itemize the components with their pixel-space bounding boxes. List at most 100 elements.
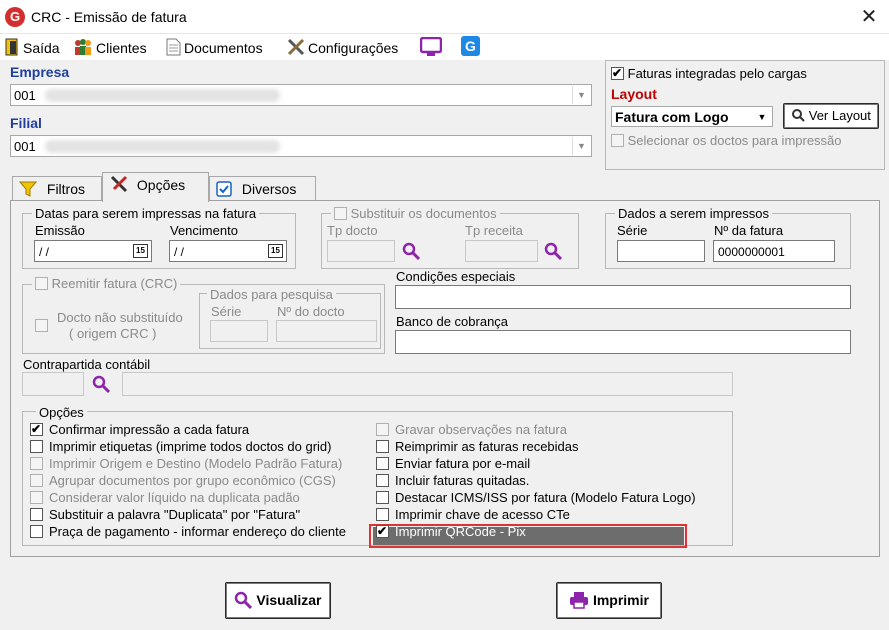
nfatura-label: Nº da fatura: [714, 223, 784, 238]
imprimir-button[interactable]: Imprimir: [556, 582, 662, 619]
reemitir-checkbox[interactable]: Reemitir fatura (CRC): [32, 276, 181, 291]
checkbox-icon: [376, 508, 389, 521]
opcao-label: Imprimir Origem e Destino (Modelo Padrão…: [49, 456, 343, 471]
ver-layout-button[interactable]: Ver Layout: [783, 103, 879, 129]
contrapartida-code-input[interactable]: [22, 372, 84, 396]
menu-clientes[interactable]: Clientes: [73, 38, 147, 56]
opcao-label: Imprimir etiquetas (imprime todos doctos…: [49, 439, 332, 454]
opcao-checkbox[interactable]: Praça de pagamento - informar endereço d…: [30, 523, 346, 540]
datas-legend: Datas para serem impressas na fatura: [32, 206, 260, 221]
tools-icon: [110, 175, 128, 193]
pesquisa-serie-input[interactable]: [210, 320, 268, 342]
printer-icon: [570, 592, 589, 609]
opcao-label: Incluir faturas quitadas.: [395, 473, 530, 488]
checkbox-icon: [30, 421, 43, 438]
document-icon: [166, 38, 181, 56]
menu-saida[interactable]: Saída: [4, 38, 60, 56]
layout-label: Layout: [611, 86, 657, 102]
opcao-label: Reimprimir as faturas recebidas: [395, 439, 579, 454]
visualizar-button[interactable]: Visualizar: [225, 582, 331, 619]
checkbox-icon: [216, 181, 232, 197]
monitor-icon[interactable]: [419, 36, 443, 60]
filial-combo[interactable]: 001 ▼: [10, 135, 592, 157]
opcao-checkbox[interactable]: Confirmar impressão a cada fatura: [30, 421, 249, 438]
dados-pesquisa-legend: Dados para pesquisa: [207, 287, 336, 302]
empresa-label: Empresa: [10, 64, 70, 80]
condicoes-input[interactable]: [395, 285, 851, 309]
filter-icon: [18, 181, 38, 197]
opcao-label: Praça de pagamento - informar endereço d…: [49, 524, 347, 539]
opcao-label: Substituir a palavra "Duplicata" por "Fa…: [49, 507, 301, 522]
checkbox-icon: [30, 457, 43, 470]
checkbox-icon: [376, 491, 389, 504]
window-title: CRC - Emissão de fatura: [31, 9, 187, 25]
chevron-down-icon: ▼: [572, 137, 590, 155]
filial-label: Filial: [10, 115, 42, 131]
nfatura-input[interactable]: 0000000001: [713, 240, 835, 262]
opcao-checkbox[interactable]: Substituir a palavra "Duplicata" por "Fa…: [30, 506, 300, 523]
opcao-checkbox[interactable]: Reimprimir as faturas recebidas: [376, 438, 579, 455]
checkbox-icon: [376, 474, 389, 487]
selecionar-doctos-checkbox[interactable]: Selecionar os doctos para impressão: [611, 132, 842, 149]
opcao-label: Agrupar documentos por grupo econômico (…: [49, 473, 336, 488]
checkbox-icon: [376, 423, 389, 436]
opcao-checkbox[interactable]: Gravar observações na fatura: [376, 421, 567, 438]
pesquisa-serie-label: Série: [211, 304, 242, 319]
serie-label: Série: [617, 223, 648, 238]
opcao-label: Imprimir QRCode - Pix: [395, 524, 526, 539]
menu-documentos[interactable]: Documentos: [166, 38, 263, 56]
condicoes-label: Condições especiais: [396, 269, 516, 284]
substituir-checkbox[interactable]: Substituir os documentos: [331, 206, 500, 221]
opcao-checkbox[interactable]: Imprimir chave de acesso CTe: [376, 506, 570, 523]
search-icon: [792, 109, 805, 122]
checkbox-icon: [30, 474, 43, 487]
exit-door-icon: [5, 38, 18, 56]
checkbox-icon: [30, 508, 43, 521]
search-icon: [235, 591, 253, 610]
pesquisa-ndocto-input[interactable]: [276, 320, 377, 342]
opcao-label: Gravar observações na fatura: [395, 422, 567, 437]
people-icon: [75, 39, 91, 55]
vencimento-date-input[interactable]: / /15: [169, 240, 287, 262]
opcao-checkbox[interactable]: Incluir faturas quitadas.: [376, 472, 529, 489]
search-icon[interactable]: [401, 241, 421, 261]
opcao-checkbox[interactable]: Agrupar documentos por grupo econômico (…: [30, 472, 336, 489]
calendar-icon[interactable]: 15: [268, 244, 283, 258]
chevron-down-icon: ▼: [572, 86, 590, 104]
opcao-checkbox[interactable]: Destacar ICMS/ISS por fatura (Modelo Fat…: [376, 489, 696, 506]
serie-input[interactable]: [617, 240, 705, 262]
tab-diversos[interactable]: Diversos: [209, 176, 316, 201]
empresa-combo[interactable]: 001 ▼: [10, 84, 592, 106]
search-icon[interactable]: [91, 374, 111, 394]
checkbox-icon: [30, 525, 43, 538]
tp-receita-input[interactable]: [465, 240, 538, 262]
contrapartida-desc-input[interactable]: [122, 372, 733, 396]
tools-icon: [287, 38, 305, 56]
checkbox-icon: [30, 440, 43, 453]
banco-input[interactable]: [395, 330, 851, 354]
opcao-checkbox[interactable]: Imprimir Origem e Destino (Modelo Padrão…: [30, 455, 342, 472]
opcao-checkbox[interactable]: Enviar fatura por e-mail: [376, 455, 530, 472]
menu-configuracoes[interactable]: Configurações: [287, 38, 398, 56]
close-icon[interactable]: ✕: [855, 4, 883, 30]
opcoes-legend: Opções: [36, 405, 87, 420]
opcao-label: Confirmar impressão a cada fatura: [49, 422, 250, 437]
tp-docto-input[interactable]: [327, 240, 395, 262]
checkbox-icon: [376, 523, 389, 540]
faturas-integradas-checkbox[interactable]: Faturas integradas pelo cargas: [611, 65, 807, 82]
vencimento-label: Vencimento: [170, 223, 238, 238]
emissao-date-input[interactable]: / /15: [34, 240, 152, 262]
calendar-icon[interactable]: 15: [133, 244, 148, 258]
docto-nao-substituido-checkbox[interactable]: Docto não substituído ( origem CRC ): [35, 310, 183, 341]
g-app-icon[interactable]: G: [461, 36, 480, 56]
contrapartida-label: Contrapartida contábil: [23, 357, 151, 372]
opcao-checkbox[interactable]: Imprimir QRCode - Pix: [376, 523, 526, 540]
opcao-checkbox[interactable]: Considerar valor líquido na duplicata pa…: [30, 489, 300, 506]
search-icon[interactable]: [543, 241, 563, 261]
opcao-checkbox[interactable]: Imprimir etiquetas (imprime todos doctos…: [30, 438, 332, 455]
tab-filtros[interactable]: Filtros: [12, 176, 102, 201]
tab-opcoes[interactable]: Opções: [102, 172, 209, 202]
layout-select[interactable]: Fatura com Logo ▼: [611, 106, 773, 127]
checkbox-icon: [30, 491, 43, 504]
app-logo-icon: G: [5, 7, 25, 27]
